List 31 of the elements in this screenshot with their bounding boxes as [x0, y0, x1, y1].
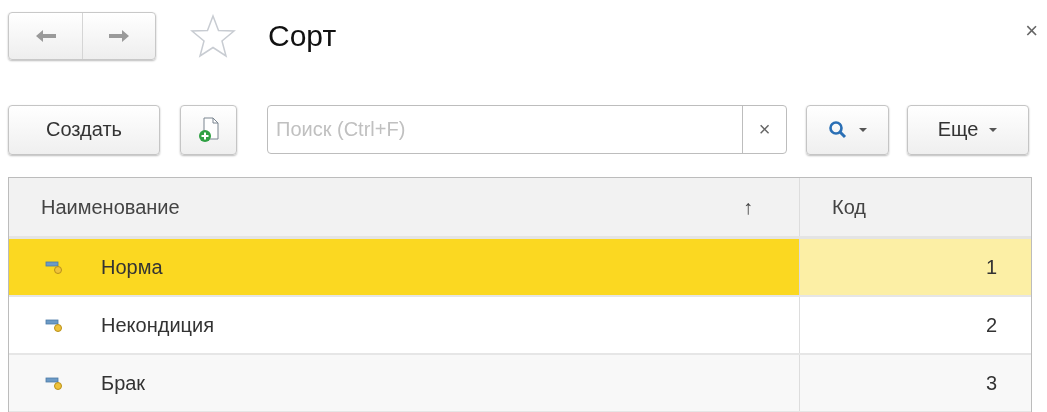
table-cell[interactable]: Брак [9, 355, 800, 411]
table-cell[interactable]: Норма [9, 239, 800, 295]
catalog-item-icon [45, 259, 65, 275]
catalog-item-icon [45, 317, 65, 333]
more-button[interactable]: Еще [907, 104, 1029, 155]
window-title: Сорт [268, 19, 337, 53]
sort-indicator: ↑ [743, 195, 753, 219]
search-icon [827, 119, 848, 140]
search-field[interactable]: Поиск (Ctrl+F) × [267, 105, 787, 154]
item-name: Норма [101, 255, 163, 279]
column-header[interactable]: Код [800, 178, 1031, 236]
caret-icon [857, 126, 868, 133]
search-button[interactable] [806, 104, 889, 155]
clear-button[interactable]: × [742, 106, 786, 153]
arrow-left-icon [34, 29, 57, 43]
arrow-right-icon [108, 29, 130, 43]
catalog-item-icon [45, 375, 65, 391]
add-document-button[interactable] [180, 104, 237, 155]
column-header[interactable]: Наименование ↑ [9, 178, 800, 236]
table-cell[interactable]: 1 [800, 239, 1031, 295]
table-cell[interactable]: 3 [800, 355, 1031, 411]
table-cell[interactable]: 2 [800, 297, 1031, 353]
star-icon[interactable] [190, 14, 236, 58]
item-name: Некондиция [101, 313, 214, 337]
column-label: Наименование [41, 195, 180, 219]
create-button[interactable]: Создать [8, 104, 160, 155]
document-add-icon [197, 116, 220, 143]
table-cell[interactable]: Некондиция [9, 297, 800, 353]
caret-icon [988, 126, 999, 133]
item-name: Брак [101, 371, 146, 395]
close-button[interactable]: × [1025, 18, 1038, 44]
